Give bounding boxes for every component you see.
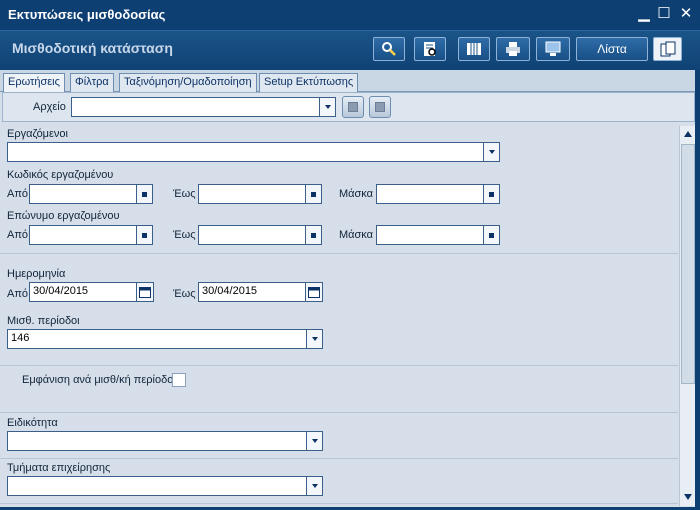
calendar-icon — [308, 287, 320, 298]
employee-code-to-label: Έως — [173, 188, 196, 200]
employee-surname-to-label: Έως — [173, 229, 196, 241]
employee-surname-from-label: Από — [7, 229, 29, 241]
payroll-period-field[interactable]: 146 — [7, 329, 307, 349]
show-per-period-checkbox[interactable] — [172, 373, 186, 387]
preview-icon — [424, 42, 436, 56]
section-divider — [0, 412, 678, 413]
tab-filters[interactable]: Φίλτρα — [70, 73, 114, 92]
file-action-button-1[interactable] — [342, 96, 364, 118]
list-button[interactable]: Λίστα — [576, 37, 648, 61]
minimize-button[interactable]: ▁ — [636, 5, 652, 23]
employee-surname-to-lookup-button[interactable] — [305, 225, 322, 245]
columns-icon — [467, 43, 481, 55]
payroll-period-label: Μισθ. περίοδοι — [7, 315, 80, 327]
date-to-calendar-button[interactable] — [305, 282, 323, 302]
employee-surname-label: Επώνυμο εργαζομένου — [7, 210, 120, 222]
copy-button[interactable] — [653, 37, 682, 61]
employee-surname-from-field[interactable] — [29, 225, 137, 245]
employee-surname-mask-field[interactable] — [376, 225, 484, 245]
employee-code-from-label: Από — [7, 188, 29, 200]
date-from-field[interactable]: 30/04/2015 — [29, 282, 137, 302]
payroll-period-dropdown-button[interactable] — [306, 329, 323, 349]
employee-surname-from-lookup-button[interactable] — [136, 225, 153, 245]
employee-surname-to-field[interactable] — [198, 225, 306, 245]
section-divider — [0, 253, 678, 254]
departments-field[interactable] — [7, 476, 307, 496]
file-select[interactable] — [71, 97, 321, 117]
employees-label: Εργαζόμενοι — [7, 128, 68, 140]
employee-code-mask-field[interactable] — [376, 184, 484, 204]
title-bar: Εκτυπώσεις μισθοδοσίας ▁ ☐ ✕ — [0, 0, 700, 30]
export-icon — [545, 41, 561, 56]
employees-field[interactable] — [7, 142, 484, 162]
blank-icon — [375, 102, 385, 112]
file-bar: Αρχείο — [2, 92, 695, 122]
scrollbar-thumb[interactable] — [681, 144, 695, 384]
employee-code-to-lookup-button[interactable] — [305, 184, 322, 204]
date-to-field[interactable]: 30/04/2015 — [198, 282, 306, 302]
blank-icon — [348, 102, 358, 112]
specialty-field[interactable] — [7, 431, 307, 451]
employee-code-from-lookup-button[interactable] — [136, 184, 153, 204]
section-divider — [0, 503, 678, 504]
print-icon — [506, 42, 520, 56]
tab-questions[interactable]: Ερωτήσεις — [3, 73, 65, 93]
tab-bar: Ερωτήσεις Φίλτρα Ταξινόμηση/Ομαδοποίηση … — [0, 70, 700, 93]
questions-panel: Εργαζόμενοι Κωδικός εργαζομένου Από Έως … — [0, 125, 678, 507]
specialty-dropdown-button[interactable] — [306, 431, 323, 451]
header-bar: Μισθοδοτική κατάσταση Λίστα — [0, 30, 700, 70]
employees-dropdown-button[interactable] — [483, 142, 500, 162]
export-button[interactable] — [536, 37, 570, 61]
vertical-scrollbar[interactable] — [679, 126, 695, 506]
list-button-label: Λίστα — [597, 42, 627, 56]
employee-surname-mask-label: Μάσκα — [339, 229, 374, 241]
show-per-period-label: Εμφάνιση ανά μισθ/κή περίοδο — [22, 374, 174, 386]
section-divider — [0, 365, 678, 366]
calendar-icon — [139, 287, 151, 298]
preview-button[interactable] — [414, 37, 446, 61]
date-from-calendar-button[interactable] — [136, 282, 154, 302]
tab-print-setup[interactable]: Setup Εκτύπωσης — [259, 73, 359, 92]
window-title: Εκτυπώσεις μισθοδοσίας — [8, 7, 166, 22]
employee-surname-mask-lookup-button[interactable] — [483, 225, 500, 245]
report-subtitle: Μισθοδοτική κατάσταση — [12, 40, 173, 56]
maximize-button[interactable]: ☐ — [656, 5, 672, 23]
employee-code-from-field[interactable] — [29, 184, 137, 204]
tab-sorting-grouping[interactable]: Ταξινόμηση/Ομαδοποίηση — [119, 73, 257, 92]
employee-code-label: Κωδικός εργαζομένου — [7, 169, 114, 181]
close-button[interactable]: ✕ — [678, 5, 694, 23]
employee-code-mask-label: Μάσκα — [339, 188, 374, 200]
departments-label: Τμήματα επιχείρησης — [7, 462, 111, 474]
search-icon — [382, 42, 396, 56]
section-divider — [0, 458, 678, 459]
copy-icon — [660, 41, 675, 57]
scroll-down-icon[interactable] — [683, 492, 693, 502]
date-from-label: Από — [7, 288, 29, 300]
date-to-label: Έως — [173, 288, 196, 300]
employee-code-to-field[interactable] — [198, 184, 306, 204]
file-label: Αρχείο — [33, 101, 66, 113]
print-button[interactable] — [496, 37, 530, 61]
employee-code-mask-lookup-button[interactable] — [483, 184, 500, 204]
scroll-up-icon[interactable] — [683, 129, 693, 139]
file-dropdown-button[interactable] — [319, 97, 336, 117]
columns-button[interactable] — [458, 37, 490, 61]
departments-dropdown-button[interactable] — [306, 476, 323, 496]
specialty-label: Ειδικότητα — [7, 417, 58, 429]
window-right-border — [695, 70, 700, 510]
date-label: Ημερομηνία — [7, 268, 66, 280]
search-button[interactable] — [373, 37, 405, 61]
file-action-button-2[interactable] — [369, 96, 391, 118]
